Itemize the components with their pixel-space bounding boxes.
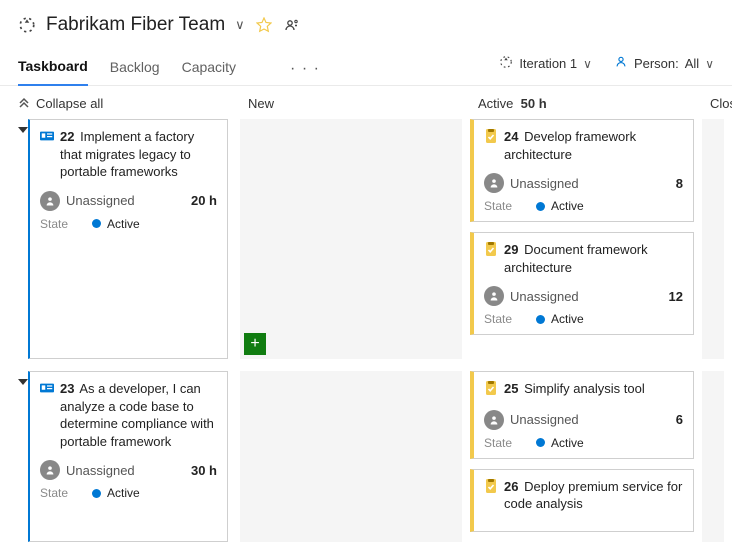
state-value: Active [551,312,584,326]
task-card[interactable]: 26 Deploy premium service for code analy… [470,469,694,532]
task-card[interactable]: 29 Document framework architecture Unass… [470,232,694,335]
unassigned-avatar-icon [484,410,504,430]
team-sprint-icon [18,16,36,34]
tab-bar: Taskboard Backlog Capacity · · · Iterati… [0,42,732,86]
swimlane-active-cell: 24 Develop framework architecture Unassi… [470,119,702,359]
unassigned-avatar-icon [484,286,504,306]
pbi-hours: 30 h [191,463,217,478]
state-label: State [484,436,512,450]
swimlane-closed-cell [702,371,732,542]
pbi-card[interactable]: 23 As a developer, I can analyze a code … [28,371,228,542]
team-title: Fabrikam Fiber Team [46,14,225,36]
unassigned-avatar-icon [40,460,60,480]
chevron-down-icon: ∨ [705,57,714,71]
pbi-card[interactable]: 22 Implement a factory that migrates leg… [28,119,228,359]
assignee-label: Unassigned [510,289,579,304]
person-filter[interactable]: Person: All ∨ [614,55,714,72]
task-card[interactable]: 25 Simplify analysis tool Unassigned 6 S… [470,371,694,459]
column-active: Active 50 h [470,96,702,111]
state-label: State [484,199,512,213]
page-header: Fabrikam Fiber Team ∨ [0,0,732,42]
assignee-label: Unassigned [510,412,579,427]
chevron-down-icon: ∨ [583,57,592,71]
pbi-title: As a developer, I can analyze a code bas… [60,381,214,449]
state-value: Active [551,436,584,450]
assignee-label: Unassigned [66,193,135,208]
task-title: Develop framework architecture [504,129,636,162]
column-new: New [240,96,470,111]
person-value: All [685,56,699,71]
state-dot-icon [536,438,545,447]
assignee-label: Unassigned [510,176,579,191]
state-value: Active [551,199,584,213]
person-prefix: Person: [634,56,679,71]
state-value: Active [107,486,140,500]
team-chevron-down-icon[interactable]: ∨ [235,17,245,33]
state-value: Active [107,217,140,231]
pbi-icon [40,381,54,399]
column-closed: Closed [702,96,732,111]
task-hours: 8 [676,176,683,191]
task-hours: 12 [669,289,683,304]
pbi-id: 23 [60,381,74,396]
collapse-all-button[interactable]: Collapse all [18,96,240,111]
add-task-button[interactable]: + [244,333,266,355]
swimlane-caret-icon[interactable] [18,127,28,133]
state-label: State [40,217,68,231]
tab-backlog[interactable]: Backlog [110,53,160,85]
task-icon [484,479,498,498]
tab-overflow-icon[interactable]: · · · [286,60,324,78]
column-active-label: Active [478,96,513,111]
state-dot-icon [92,219,101,228]
pbi-id: 22 [60,129,74,144]
task-id: 26 [504,479,518,494]
task-icon [484,242,498,261]
task-id: 25 [504,381,518,396]
members-icon[interactable] [283,16,301,34]
new-drop-zone[interactable]: + [240,119,462,359]
task-icon [484,129,498,148]
pbi-icon [40,129,54,147]
closed-drop-zone[interactable] [702,371,724,542]
task-icon [484,381,498,400]
assignee-label: Unassigned [66,463,135,478]
person-icon [614,55,628,72]
star-icon[interactable] [255,16,273,34]
collapse-all-label: Collapse all [36,96,103,111]
tab-capacity[interactable]: Capacity [182,53,236,85]
tab-taskboard[interactable]: Taskboard [18,52,88,86]
iteration-label: Iteration 1 [519,56,577,71]
state-dot-icon [92,489,101,498]
state-dot-icon [536,315,545,324]
task-hours: 6 [676,412,683,427]
swimlane-new-cell [240,371,470,542]
swimlane-pbi-cell: 22 Implement a factory that migrates leg… [18,119,240,359]
closed-drop-zone[interactable] [702,119,724,359]
unassigned-avatar-icon [40,191,60,211]
iteration-picker[interactable]: Iteration 1 ∨ [499,55,592,72]
column-headers: Collapse all New Active 50 h Closed [0,86,732,119]
column-active-hours: 50 h [521,96,547,111]
swimlane-caret-icon[interactable] [18,379,28,385]
task-title: Deploy premium service for code analysis [504,479,682,512]
task-id: 24 [504,129,518,144]
state-dot-icon [536,202,545,211]
taskboard-grid: 22 Implement a factory that migrates leg… [0,119,732,542]
task-title: Simplify analysis tool [524,381,645,396]
swimlane-closed-cell [702,119,732,359]
collapse-icon [18,96,30,111]
swimlane-new-cell: + [240,119,470,359]
state-label: State [40,486,68,500]
pbi-title: Implement a factory that migrates legacy… [60,129,194,179]
task-id: 29 [504,242,518,257]
unassigned-avatar-icon [484,173,504,193]
sprint-icon [499,55,513,72]
swimlane-active-cell: 25 Simplify analysis tool Unassigned 6 S… [470,371,702,542]
task-card[interactable]: 24 Develop framework architecture Unassi… [470,119,694,222]
new-drop-zone[interactable] [240,371,462,542]
task-title: Document framework architecture [504,242,648,275]
pbi-hours: 20 h [191,193,217,208]
swimlane-pbi-cell: 23 As a developer, I can analyze a code … [18,371,240,542]
state-label: State [484,312,512,326]
